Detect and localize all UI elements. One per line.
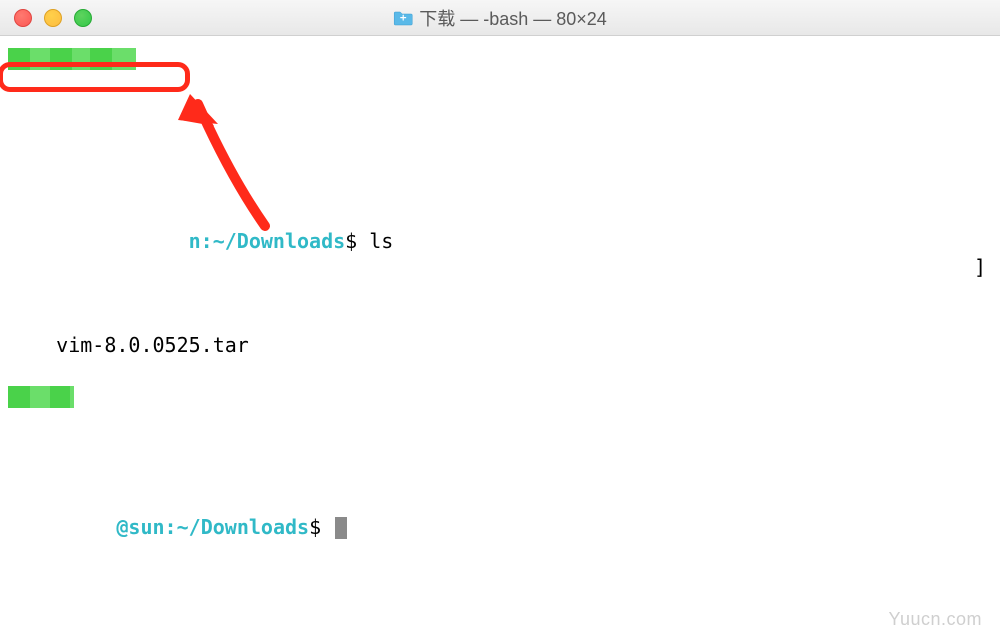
terminal-line-3: @sun:~/Downloads$ xyxy=(8,384,992,566)
window-title: 下载 — -bash — 80×24 xyxy=(393,5,607,31)
terminal-line-1: n:~/Downloads$ ls ] xyxy=(8,46,992,306)
terminal-line-2: vim-8.0.0525.tar xyxy=(8,306,992,384)
folder-icon xyxy=(393,10,413,26)
ls-output-filename: vim-8.0.0525.tar xyxy=(56,333,249,357)
window-title-text: 下载 — -bash — 80×24 xyxy=(419,5,607,31)
close-button[interactable] xyxy=(14,9,32,27)
terminal-cursor xyxy=(335,517,347,539)
line-end-bracket: ] xyxy=(974,254,986,280)
prompt-user xyxy=(56,229,92,253)
traffic-lights xyxy=(0,9,92,27)
prompt-path-2: ~/Downloads xyxy=(177,515,309,539)
prompt-host: @sun: xyxy=(116,515,176,539)
maximize-button[interactable] xyxy=(74,9,92,27)
prompt-dollar-2: $ xyxy=(309,515,321,539)
watermark-text: Yuucn.com xyxy=(888,609,982,630)
terminal-content[interactable]: n:~/Downloads$ ls ] vim-8.0.0525.tar @su… xyxy=(0,36,1000,574)
command-text: ls xyxy=(369,229,393,253)
prompt-path: ~/Downloads xyxy=(213,229,345,253)
prompt-dollar: $ xyxy=(345,229,357,253)
minimize-button[interactable] xyxy=(44,9,62,27)
window-titlebar: 下载 — -bash — 80×24 xyxy=(0,0,1000,36)
